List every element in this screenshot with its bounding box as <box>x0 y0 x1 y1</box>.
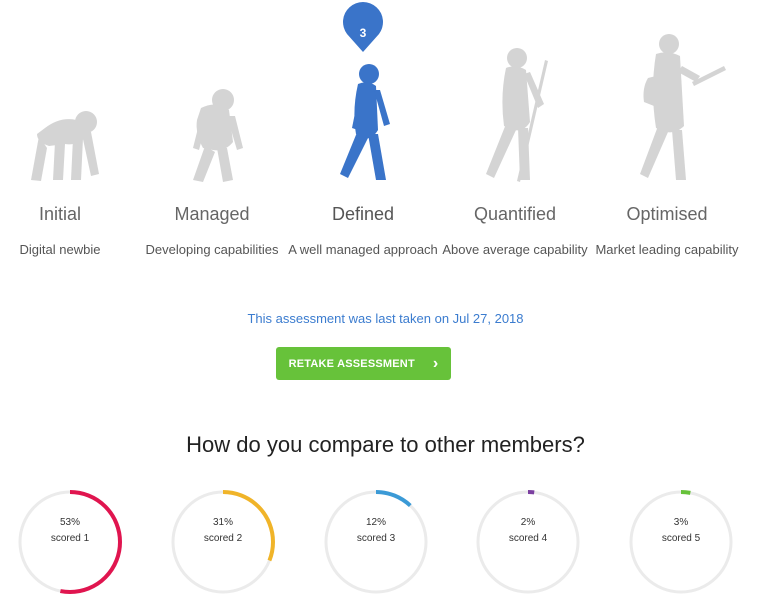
donut-label: scored 5 <box>661 533 701 544</box>
donut-percent: 12% <box>365 517 386 528</box>
score-2-donut: 31% scored 2 <box>169 488 277 596</box>
level-name: Optimised <box>626 204 708 224</box>
last-taken-text: This assessment was last taken on Jul 27… <box>247 311 524 326</box>
retake-assessment-button[interactable]: RETAKE ASSESSMENT › <box>276 347 451 380</box>
compare-heading: How do you compare to other members? <box>186 432 585 457</box>
donut-percent: 31% <box>212 517 233 528</box>
donut-percent: 53% <box>59 517 80 528</box>
maturity-assessment-page: Initial Digital newbie Managed Developin… <box>0 0 771 611</box>
donut-label: scored 1 <box>50 533 90 544</box>
human-with-tablet-icon <box>640 34 726 180</box>
donut-label: scored 3 <box>356 533 396 544</box>
score-5-donut: 3% scored 5 <box>627 488 735 596</box>
donut-label: scored 4 <box>508 533 548 544</box>
level-description: Developing capabilities <box>145 242 279 257</box>
level-name: Managed <box>174 204 250 224</box>
level-description: A well managed approach <box>288 242 438 257</box>
human-with-staff-icon <box>486 48 548 182</box>
level-name: Defined <box>331 204 395 224</box>
level-description: Market leading capability <box>595 242 739 257</box>
level-description: Digital newbie <box>19 242 101 257</box>
donut-label: scored 2 <box>203 533 243 544</box>
donut-percent: 2% <box>520 517 536 528</box>
walking-human-icon <box>340 64 390 180</box>
chevron-right-icon: › <box>432 354 439 372</box>
score-1-donut: 53% scored 1 <box>16 488 124 596</box>
hunched-hominid-icon <box>193 89 243 182</box>
crouching-ape-icon <box>31 111 99 181</box>
level-name: Initial <box>38 204 82 224</box>
level-description: Above average capability <box>442 242 588 257</box>
donut-percent: 3% <box>673 517 689 528</box>
score-4-donut: 2% scored 4 <box>474 488 582 596</box>
level-name: Quantified <box>473 204 557 224</box>
retake-button-label: RETAKE ASSESSMENT <box>288 357 415 370</box>
score-3-donut: 12% scored 3 <box>322 488 430 596</box>
